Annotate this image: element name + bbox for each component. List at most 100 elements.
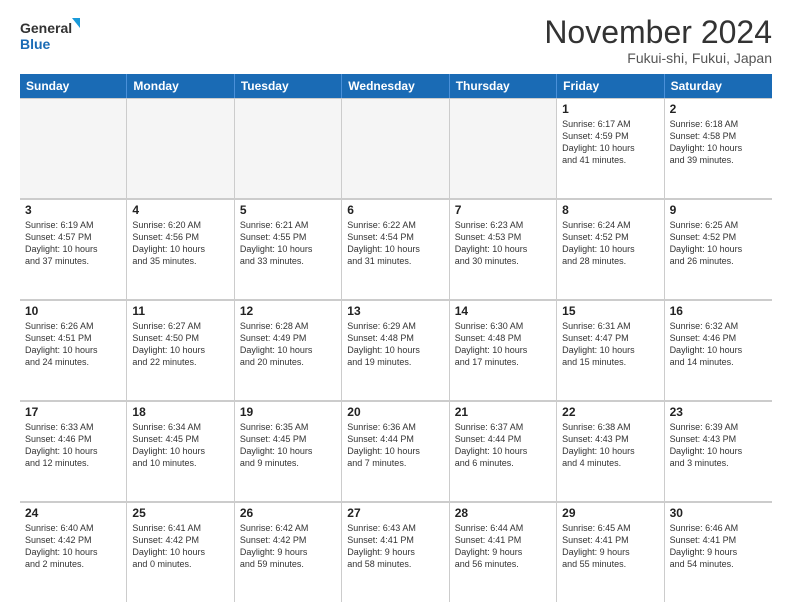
day-info: Sunrise: 6:37 AM Sunset: 4:44 PM Dayligh… xyxy=(455,421,551,470)
calendar-header: SundayMondayTuesdayWednesdayThursdayFrid… xyxy=(20,74,772,98)
day-cell-28: 28Sunrise: 6:44 AM Sunset: 4:41 PM Dayli… xyxy=(450,502,557,602)
weekday-header-thursday: Thursday xyxy=(450,74,557,98)
month-title: November 2024 xyxy=(544,16,772,48)
day-info: Sunrise: 6:36 AM Sunset: 4:44 PM Dayligh… xyxy=(347,421,443,470)
day-number: 1 xyxy=(562,102,658,116)
day-number: 29 xyxy=(562,506,658,520)
day-cell-1: 1Sunrise: 6:17 AM Sunset: 4:59 PM Daylig… xyxy=(557,98,664,198)
day-cell-4: 4 Sunrise: 6:20 AM Sunset: 4:56 PM Daylig… xyxy=(127,199,234,299)
day-number: 13 xyxy=(347,304,443,318)
day-number: 6 xyxy=(347,203,443,217)
day-cell-8: 8 Sunrise: 6:24 AM Sunset: 4:52 PM Daylig… xyxy=(557,199,664,299)
empty-cell xyxy=(20,98,127,198)
day-number: 3 xyxy=(25,203,121,217)
day-info: Sunrise: 6:25 AM Sunset: 4:52 PM Dayligh… xyxy=(670,219,767,268)
day-info: Sunrise: 6:29 AM Sunset: 4:48 PM Dayligh… xyxy=(347,320,443,369)
empty-cell xyxy=(235,98,342,198)
day-number: 10 xyxy=(25,304,121,318)
day-info: Sunrise: 6:30 AM Sunset: 4:48 PM Dayligh… xyxy=(455,320,551,369)
day-info: Sunrise: 6:27 AM Sunset: 4:50 PM Dayligh… xyxy=(132,320,228,369)
empty-cell xyxy=(342,98,449,198)
day-number: 18 xyxy=(132,405,228,419)
calendar-week-1: 1Sunrise: 6:17 AM Sunset: 4:59 PM Daylig… xyxy=(20,98,772,199)
calendar: SundayMondayTuesdayWednesdayThursdayFrid… xyxy=(20,74,772,602)
weekday-header-friday: Friday xyxy=(557,74,664,98)
day-number: 12 xyxy=(240,304,336,318)
day-cell-9: 9 Sunrise: 6:25 AM Sunset: 4:52 PM Daylig… xyxy=(665,199,772,299)
day-info: Sunrise: 6:18 AM Sunset: 4:58 PM Dayligh… xyxy=(670,118,767,167)
day-cell-3: 3Sunrise: 6:19 AM Sunset: 4:57 PM Daylig… xyxy=(20,199,127,299)
day-cell-11: 11 Sunrise: 6:27 AM Sunset: 4:50 PM Dayli… xyxy=(127,300,234,400)
day-info: Sunrise: 6:20 AM Sunset: 4:56 PM Dayligh… xyxy=(132,219,228,268)
day-number: 30 xyxy=(670,506,767,520)
logo-svg: General Blue xyxy=(20,16,80,56)
day-info: Sunrise: 6:26 AM Sunset: 4:51 PM Dayligh… xyxy=(25,320,121,369)
day-cell-6: 6 Sunrise: 6:22 AM Sunset: 4:54 PM Daylig… xyxy=(342,199,449,299)
weekday-header-monday: Monday xyxy=(127,74,234,98)
day-info: Sunrise: 6:45 AM Sunset: 4:41 PM Dayligh… xyxy=(562,522,658,571)
day-number: 17 xyxy=(25,405,121,419)
svg-text:Blue: Blue xyxy=(20,36,51,52)
day-info: Sunrise: 6:43 AM Sunset: 4:41 PM Dayligh… xyxy=(347,522,443,571)
day-number: 2 xyxy=(670,102,767,116)
day-info: Sunrise: 6:40 AM Sunset: 4:42 PM Dayligh… xyxy=(25,522,121,571)
day-cell-5: 5Sunrise: 6:21 AM Sunset: 4:55 PM Daylig… xyxy=(235,199,342,299)
day-cell-16: 16 Sunrise: 6:32 AM Sunset: 4:46 PM Dayli… xyxy=(665,300,772,400)
day-number: 22 xyxy=(562,405,658,419)
empty-cell xyxy=(450,98,557,198)
weekday-header-wednesday: Wednesday xyxy=(342,74,449,98)
calendar-week-3: 10 Sunrise: 6:26 AM Sunset: 4:51 PM Dayli… xyxy=(20,300,772,401)
weekday-header-sunday: Sunday xyxy=(20,74,127,98)
day-number: 8 xyxy=(562,203,658,217)
day-info: Sunrise: 6:41 AM Sunset: 4:42 PM Dayligh… xyxy=(132,522,228,571)
logo: General Blue xyxy=(20,16,80,56)
day-number: 5 xyxy=(240,203,336,217)
day-cell-20: 20Sunrise: 6:36 AM Sunset: 4:44 PM Dayli… xyxy=(342,401,449,501)
day-cell-19: 19Sunrise: 6:35 AM Sunset: 4:45 PM Dayli… xyxy=(235,401,342,501)
day-info: Sunrise: 6:35 AM Sunset: 4:45 PM Dayligh… xyxy=(240,421,336,470)
day-cell-12: 12 Sunrise: 6:28 AM Sunset: 4:49 PM Dayli… xyxy=(235,300,342,400)
day-number: 16 xyxy=(670,304,767,318)
day-info: Sunrise: 6:23 AM Sunset: 4:53 PM Dayligh… xyxy=(455,219,551,268)
day-info: Sunrise: 6:31 AM Sunset: 4:47 PM Dayligh… xyxy=(562,320,658,369)
day-number: 4 xyxy=(132,203,228,217)
calendar-week-4: 17 Sunrise: 6:33 AM Sunset: 4:46 PM Dayli… xyxy=(20,401,772,502)
day-number: 28 xyxy=(455,506,551,520)
day-cell-14: 14 Sunrise: 6:30 AM Sunset: 4:48 PM Dayli… xyxy=(450,300,557,400)
day-cell-13: 13 Sunrise: 6:29 AM Sunset: 4:48 PM Dayli… xyxy=(342,300,449,400)
day-cell-22: 22Sunrise: 6:38 AM Sunset: 4:43 PM Dayli… xyxy=(557,401,664,501)
calendar-week-5: 24 Sunrise: 6:40 AM Sunset: 4:42 PM Dayli… xyxy=(20,502,772,602)
day-cell-29: 29 Sunrise: 6:45 AM Sunset: 4:41 PM Dayli… xyxy=(557,502,664,602)
location: Fukui-shi, Fukui, Japan xyxy=(544,50,772,66)
day-cell-25: 25 Sunrise: 6:41 AM Sunset: 4:42 PM Dayli… xyxy=(127,502,234,602)
day-cell-30: 30Sunrise: 6:46 AM Sunset: 4:41 PM Dayli… xyxy=(665,502,772,602)
day-number: 14 xyxy=(455,304,551,318)
day-cell-24: 24 Sunrise: 6:40 AM Sunset: 4:42 PM Dayli… xyxy=(20,502,127,602)
day-info: Sunrise: 6:28 AM Sunset: 4:49 PM Dayligh… xyxy=(240,320,336,369)
day-cell-2: 2 Sunrise: 6:18 AM Sunset: 4:58 PM Daylig… xyxy=(665,98,772,198)
day-info: Sunrise: 6:33 AM Sunset: 4:46 PM Dayligh… xyxy=(25,421,121,470)
day-cell-18: 18Sunrise: 6:34 AM Sunset: 4:45 PM Dayli… xyxy=(127,401,234,501)
day-number: 25 xyxy=(132,506,228,520)
day-number: 7 xyxy=(455,203,551,217)
calendar-body: 1Sunrise: 6:17 AM Sunset: 4:59 PM Daylig… xyxy=(20,98,772,602)
day-number: 11 xyxy=(132,304,228,318)
day-cell-21: 21 Sunrise: 6:37 AM Sunset: 4:44 PM Dayli… xyxy=(450,401,557,501)
day-info: Sunrise: 6:24 AM Sunset: 4:52 PM Dayligh… xyxy=(562,219,658,268)
day-cell-10: 10 Sunrise: 6:26 AM Sunset: 4:51 PM Dayli… xyxy=(20,300,127,400)
day-number: 21 xyxy=(455,405,551,419)
day-cell-17: 17 Sunrise: 6:33 AM Sunset: 4:46 PM Dayli… xyxy=(20,401,127,501)
weekday-header-saturday: Saturday xyxy=(665,74,772,98)
day-cell-27: 27Sunrise: 6:43 AM Sunset: 4:41 PM Dayli… xyxy=(342,502,449,602)
page-header: General Blue November 2024 Fukui-shi, Fu… xyxy=(20,16,772,66)
day-cell-7: 7 Sunrise: 6:23 AM Sunset: 4:53 PM Daylig… xyxy=(450,199,557,299)
weekday-header-tuesday: Tuesday xyxy=(235,74,342,98)
day-cell-15: 15 Sunrise: 6:31 AM Sunset: 4:47 PM Dayli… xyxy=(557,300,664,400)
day-number: 9 xyxy=(670,203,767,217)
day-info: Sunrise: 6:39 AM Sunset: 4:43 PM Dayligh… xyxy=(670,421,767,470)
calendar-week-2: 3Sunrise: 6:19 AM Sunset: 4:57 PM Daylig… xyxy=(20,199,772,300)
day-number: 15 xyxy=(562,304,658,318)
day-info: Sunrise: 6:32 AM Sunset: 4:46 PM Dayligh… xyxy=(670,320,767,369)
day-number: 24 xyxy=(25,506,121,520)
day-info: Sunrise: 6:22 AM Sunset: 4:54 PM Dayligh… xyxy=(347,219,443,268)
